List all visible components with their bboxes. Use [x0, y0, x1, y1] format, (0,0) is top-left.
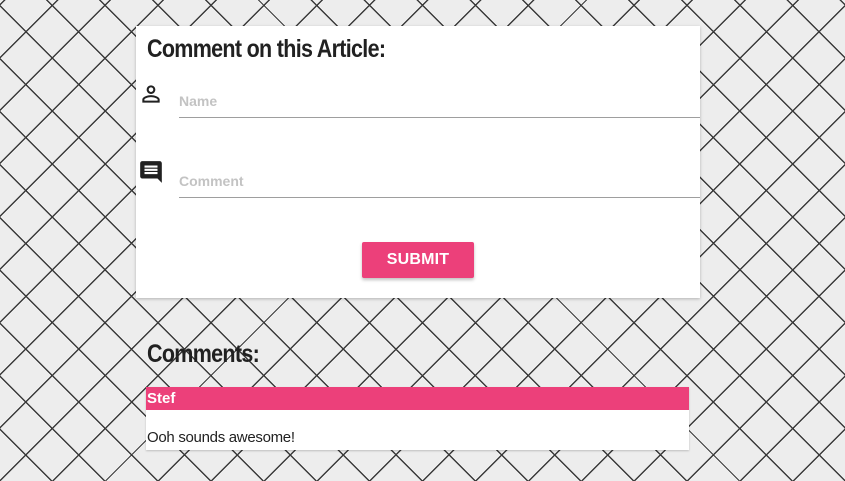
comments-heading: Comments:	[147, 340, 260, 368]
name-field	[179, 87, 700, 118]
comment-input[interactable]	[179, 167, 700, 195]
page: { "form": { "title": "Comment on this Ar…	[0, 0, 845, 481]
comment-text: Ooh sounds awesome!	[147, 429, 295, 446]
comment-field	[179, 167, 700, 198]
comment-icon	[138, 159, 164, 185]
person-icon	[138, 81, 164, 107]
name-input[interactable]	[179, 87, 700, 115]
comment-author: Stef	[146, 387, 689, 410]
form-title: Comment on this Article:	[147, 35, 386, 63]
submit-button[interactable]: SUBMIT	[362, 242, 474, 278]
comment-item: Stef Ooh sounds awesome!	[146, 387, 689, 450]
comment-form-card: Comment on this Article: SUBMIT	[136, 26, 700, 298]
